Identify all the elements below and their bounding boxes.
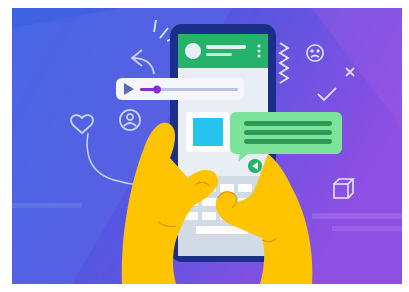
background-stripe xyxy=(12,203,82,208)
contact-status-bar xyxy=(206,53,232,56)
message-line xyxy=(244,121,332,126)
more-icon xyxy=(257,44,261,58)
contact-name-bar xyxy=(206,45,246,49)
message-line xyxy=(244,130,332,135)
messaging-illustration xyxy=(12,8,402,284)
message-line xyxy=(244,139,332,144)
contact-avatar xyxy=(185,43,201,59)
image-thumbnail xyxy=(193,118,223,146)
illustration-scene xyxy=(12,8,402,284)
background-stripe xyxy=(332,226,402,231)
background-stripe xyxy=(312,213,402,219)
audio-dot xyxy=(153,85,161,94)
